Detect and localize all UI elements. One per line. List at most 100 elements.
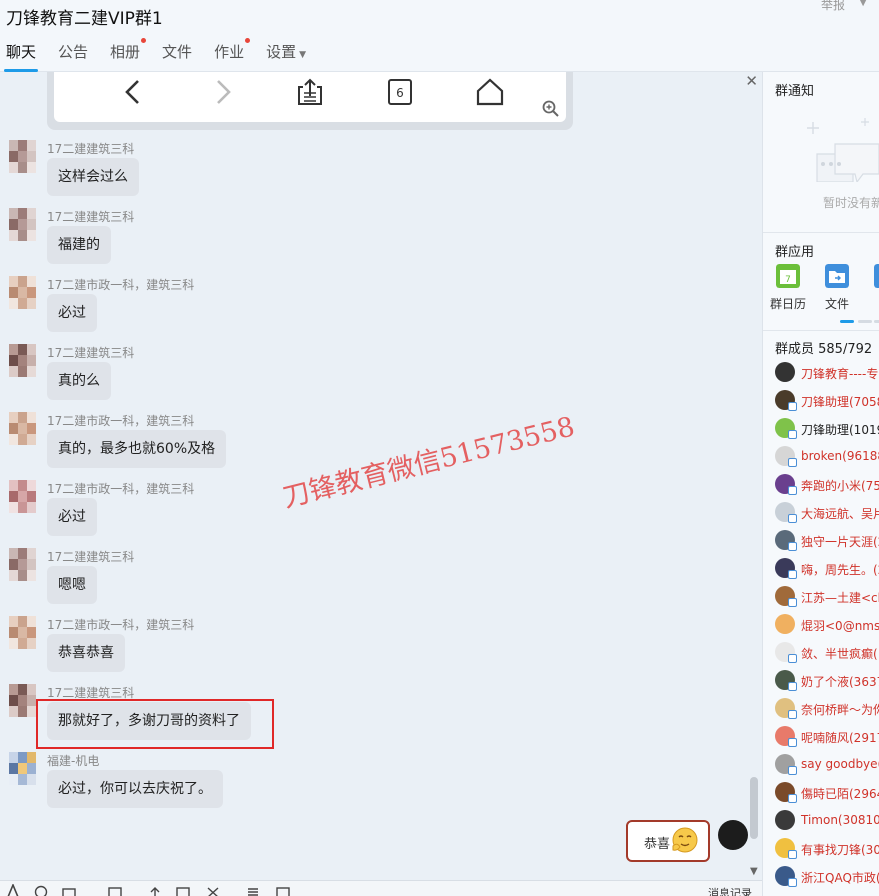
zoom-icon[interactable] — [542, 100, 560, 118]
message-bubble[interactable]: 这样会过么 — [47, 158, 139, 196]
member-name: 江苏—土建<che — [801, 591, 879, 605]
member-item[interactable]: 呢喃随风(29179 — [775, 726, 879, 748]
device-badge-icon — [788, 402, 797, 411]
avatar[interactable] — [9, 140, 36, 173]
avatar[interactable] — [9, 548, 36, 581]
tab-album[interactable]: 相册 — [110, 38, 147, 72]
emoji-icon[interactable] — [34, 884, 48, 896]
member-item[interactable]: 刀锋助理(70581 — [775, 390, 879, 412]
tab-announcement[interactable]: 公告 — [58, 38, 88, 72]
table-icon[interactable] — [276, 884, 290, 896]
app-calendar[interactable]: 7 群日历 — [768, 264, 808, 312]
avatar[interactable] — [9, 616, 36, 649]
sender-name[interactable]: 17二建市政一科，建筑三科 — [47, 276, 194, 293]
message-bubble[interactable]: 真的么 — [47, 362, 111, 400]
sender-name[interactable]: 17二建市政一科，建筑三科 — [47, 616, 194, 633]
tab-chat[interactable]: 聊天 — [3, 38, 39, 72]
tab-homework[interactable]: 作业 — [214, 38, 251, 72]
scrollbar-thumb[interactable] — [750, 777, 758, 839]
avatar-mosaic — [9, 276, 36, 309]
member-item[interactable]: say goodbye(11 — [775, 754, 879, 776]
message-bubble[interactable]: 必过 — [47, 294, 97, 332]
app-album[interactable]: 相 — [866, 264, 879, 312]
device-badge-icon — [788, 458, 797, 467]
report-button[interactable]: 举报 — [821, 0, 845, 13]
calendar-icon[interactable] — [176, 884, 190, 896]
sticker-text: 恭喜 — [644, 837, 671, 852]
watermark: 刀锋教育微信51573558 — [279, 411, 578, 514]
chevron-down-icon[interactable]: ▼ — [750, 866, 758, 877]
sender-name[interactable]: 17二建建筑三科 — [47, 208, 134, 225]
group-title: 刀锋教育二建VIP群1 — [6, 9, 163, 29]
member-name: 有事找刀锋(304 — [801, 843, 879, 857]
sticker-message[interactable]: 恭喜 — [626, 820, 710, 862]
gift-icon[interactable] — [62, 884, 76, 896]
tab-files[interactable]: 文件 — [162, 38, 192, 72]
sender-name[interactable]: 17二建市政一科，建筑三科 — [47, 412, 194, 429]
message-bubble[interactable]: 嗯嗯 — [47, 566, 97, 604]
upload-icon[interactable] — [148, 884, 162, 896]
font-icon[interactable] — [6, 884, 20, 896]
member-item[interactable]: 傷時已陌(29642 — [775, 782, 879, 804]
sender-name[interactable]: 17二建建筑三科 — [47, 548, 134, 565]
member-item[interactable]: 嗨，周先生。(2 — [775, 558, 879, 580]
member-item[interactable]: 焜羽<0@nmsl.m — [775, 614, 879, 636]
member-item[interactable]: 江苏—土建<che — [775, 586, 879, 608]
chevron-down-icon: ▼ — [299, 50, 307, 60]
member-item[interactable]: 奶了个液(36375 — [775, 670, 879, 692]
member-item[interactable]: Timon(30810029 — [775, 810, 879, 832]
member-name: 独守一片天涯(2 — [801, 535, 879, 549]
album-icon — [874, 264, 879, 288]
member-item[interactable]: 敛、半世疯癫( — [775, 642, 879, 664]
message-history-button[interactable]: 消息记录 — [708, 885, 752, 896]
message-bubble[interactable]: 恭喜恭喜 — [47, 634, 125, 672]
scrollbar[interactable]: ▼ — [748, 82, 760, 877]
pager-dot[interactable] — [874, 320, 879, 323]
message-bubble[interactable]: 福建的 — [47, 226, 111, 264]
avatar — [775, 362, 795, 382]
avatar[interactable] — [9, 344, 36, 377]
member-item[interactable]: 奔跑的小米(751 — [775, 474, 879, 496]
sender-name[interactable]: 17二建市政一科，建筑三科 — [47, 480, 194, 497]
message-bubble[interactable]: 真的，最多也就60%及格 — [47, 430, 227, 468]
member-item[interactable]: broken(9618866 — [775, 446, 879, 468]
tab-settings[interactable]: 设置 ▼ — [266, 38, 306, 72]
device-badge-icon — [788, 710, 797, 719]
avatar[interactable] — [9, 412, 36, 445]
member-item[interactable]: 刀锋教育----专注 — [775, 362, 879, 384]
image-icon[interactable] — [108, 884, 122, 896]
notice-empty-text: 暂时没有新 — [823, 196, 879, 210]
pager-dot-active[interactable] — [840, 320, 854, 323]
unread-dot — [245, 38, 251, 43]
member-item[interactable]: 大海远航、吴片 — [775, 502, 879, 524]
avatar[interactable] — [9, 752, 36, 785]
avatar-mosaic — [9, 684, 36, 717]
pager-dot[interactable] — [858, 320, 872, 323]
member-item[interactable]: 奈何桥畔～为你 — [775, 698, 879, 720]
scissors-icon[interactable] — [206, 884, 220, 896]
members-title: 群成员 585/792 — [775, 342, 873, 357]
avatar[interactable] — [9, 684, 36, 717]
avatar-mosaic — [9, 752, 36, 785]
member-name: 焜羽<0@nmsl.m — [801, 619, 879, 633]
member-item[interactable]: 刀锋助理(10197 — [775, 418, 879, 440]
member-name: 刀锋教育----专注 — [801, 367, 879, 381]
sender-name[interactable]: 福建-机电 — [47, 752, 99, 769]
home-icon — [476, 78, 504, 106]
member-item[interactable]: 浙江QAQ市政( — [775, 866, 879, 888]
message-bubble[interactable]: 必过 — [47, 498, 97, 536]
document-icon[interactable] — [246, 884, 260, 896]
avatar[interactable] — [9, 480, 36, 513]
sender-name[interactable]: 17二建建筑三科 — [47, 140, 134, 157]
avatar[interactable] — [718, 820, 748, 850]
shared-image[interactable]: 6 — [47, 72, 573, 130]
message-bubble[interactable]: 必过，你可以去庆祝了。 — [47, 770, 223, 808]
avatar[interactable] — [9, 208, 36, 241]
sender-name[interactable]: 17二建建筑三科 — [47, 344, 134, 361]
member-item[interactable]: 独守一片天涯(2 — [775, 530, 879, 552]
avatar[interactable] — [9, 276, 36, 309]
member-name: 大海远航、吴片 — [801, 507, 879, 521]
chevron-down-icon[interactable]: ▼ — [859, 0, 867, 8]
app-files[interactable]: 文件 — [817, 264, 857, 312]
member-item[interactable]: 有事找刀锋(304 — [775, 838, 879, 860]
